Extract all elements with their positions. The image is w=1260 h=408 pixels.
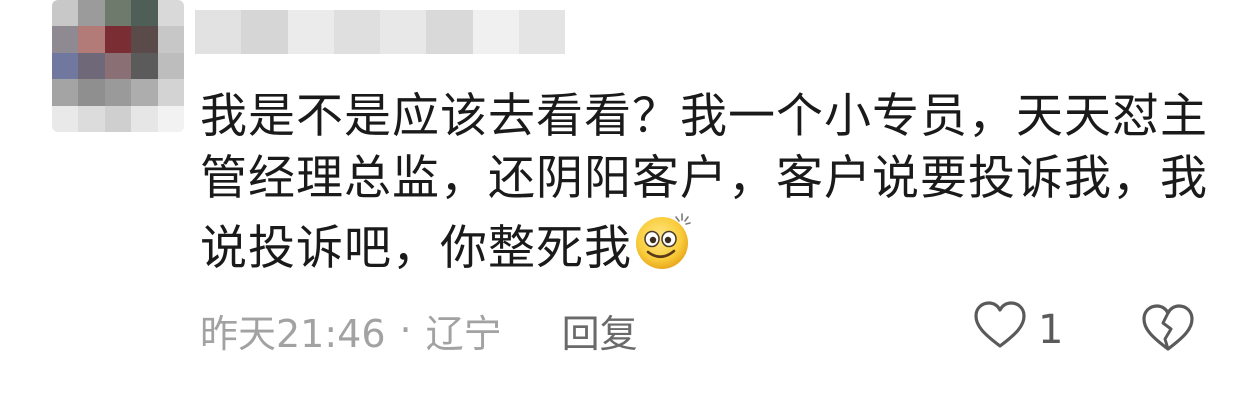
avatar-pixel	[157, 52, 184, 80]
avatar-pixel	[131, 79, 158, 106]
username-pixel	[380, 10, 427, 54]
username-blurred[interactable]	[195, 10, 565, 54]
comment-meta: 昨天21:46 · 辽宁 回复	[200, 300, 638, 360]
avatar-pixel	[78, 79, 105, 106]
reply-button[interactable]: 回复	[562, 303, 638, 358]
avatar-pixel	[52, 52, 79, 80]
avatar-pixel	[52, 26, 79, 53]
avatar-pixel	[157, 105, 184, 132]
avatar-pixel	[104, 26, 132, 53]
comment-location: 辽宁	[425, 311, 502, 356]
avatar-pixel	[52, 105, 79, 132]
meta-separator: ·	[399, 308, 412, 352]
comment-text: 我是不是应该去看看？我一个小专员，天天怼主管经理总监，还阴阳客户，客户说要投诉我…	[200, 89, 1208, 276]
username-pixel	[426, 10, 473, 54]
broken-heart-icon	[1140, 303, 1196, 357]
avatar-pixel	[104, 52, 132, 80]
avatar-pixel	[157, 0, 184, 27]
like-button[interactable]: 1	[972, 300, 1064, 360]
heart-outline-icon	[972, 300, 1028, 360]
comment-time: 昨天21:46	[200, 311, 386, 356]
avatar-pixel	[52, 0, 79, 27]
avatar-pixel	[157, 79, 184, 106]
avatar-pixel	[104, 79, 132, 106]
avatar-pixel	[131, 0, 158, 27]
username-pixel	[241, 10, 288, 54]
like-count: 1	[1038, 307, 1064, 353]
username-pixel	[195, 10, 242, 54]
avatar-pixel	[131, 105, 158, 132]
avatar-pixel	[52, 79, 79, 106]
avatar-pixel	[78, 26, 105, 53]
dislike-button[interactable]	[1140, 302, 1200, 358]
avatar-pixel	[78, 105, 105, 132]
dizzy-smile-emoji-icon	[632, 210, 694, 272]
comment-body: 我是不是应该去看看？我一个小专员，天天怼主管经理总监，还阴阳客户，客户说要投诉我…	[200, 86, 1210, 280]
avatar-pixel	[78, 0, 105, 27]
username-pixel	[287, 10, 334, 54]
avatar-pixel	[104, 0, 132, 27]
avatar-pixel	[104, 105, 132, 132]
avatar-pixel	[78, 52, 105, 80]
username-pixel	[333, 10, 380, 54]
username-pixel	[472, 10, 519, 54]
avatar-pixel	[157, 26, 184, 53]
avatar-pixel	[131, 52, 158, 80]
avatar[interactable]	[52, 0, 184, 132]
avatar-pixel	[131, 26, 158, 53]
username-pixel	[518, 10, 565, 54]
comment-card: 我是不是应该去看看？我一个小专员，天天怼主管经理总监，还阴阳客户，客户说要投诉我…	[0, 0, 1260, 408]
